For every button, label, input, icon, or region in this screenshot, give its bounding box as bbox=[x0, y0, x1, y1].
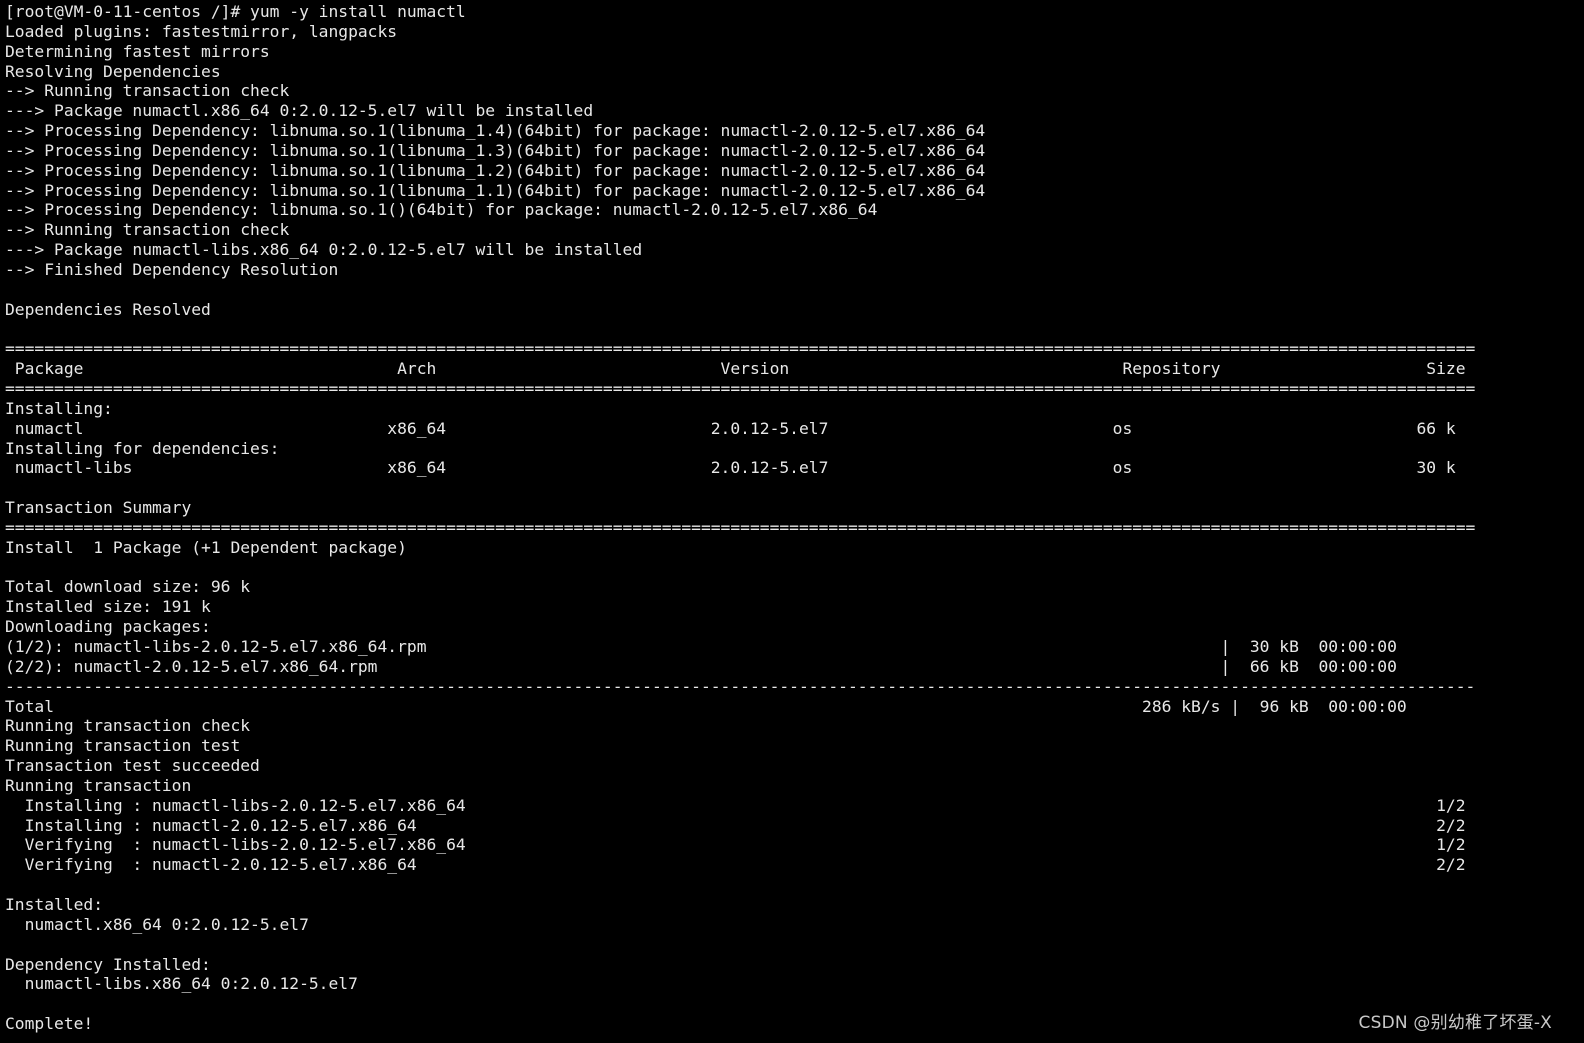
terminal-line: --> Processing Dependency: libnuma.so.1(… bbox=[5, 200, 878, 220]
terminal-line: --> Processing Dependency: libnuma.so.1(… bbox=[5, 121, 986, 141]
terminal-line: numactl-libs.x86_64 0:2.0.12-5.el7 bbox=[5, 974, 358, 994]
terminal-line: --> Processing Dependency: libnuma.so.1(… bbox=[5, 140, 986, 160]
terminal-line: Running transaction check bbox=[5, 716, 251, 736]
terminal-line: Installed: bbox=[5, 894, 104, 914]
terminal-line: (1/2): numactl-libs-2.0.12-5.el7.x86_64.… bbox=[5, 637, 1397, 656]
terminal-line: Determining fastest mirrors bbox=[5, 41, 270, 61]
terminal-line: Resolving Dependencies bbox=[5, 61, 221, 81]
terminal-line: Installing : numactl-libs-2.0.12-5.el7.x… bbox=[5, 795, 1466, 815]
terminal-line: Install 1 Package (+1 Dependent package) bbox=[5, 537, 407, 557]
terminal-line: Running transaction bbox=[5, 775, 192, 795]
terminal-line: Complete! bbox=[5, 1014, 94, 1034]
terminal-line: Dependency Installed: bbox=[5, 954, 211, 974]
terminal-output: [root@VM-0-11-centos /]# yum -y install … bbox=[5, 2, 1475, 1034]
terminal-line: Verifying : numactl-2.0.12-5.el7.x86_64 … bbox=[5, 855, 1466, 875]
terminal-line: Installing for dependencies: bbox=[5, 438, 280, 458]
terminal-line: numactl.x86_64 0:2.0.12-5.el7 bbox=[5, 914, 309, 934]
terminal-line: --> Running transaction check bbox=[5, 220, 290, 240]
terminal-line: --> Finished Dependency Resolution bbox=[5, 259, 339, 279]
terminal-line: ========================================… bbox=[5, 339, 1476, 359]
terminal-line: --> Processing Dependency: libnuma.so.1(… bbox=[5, 160, 986, 180]
terminal-line: Total download size: 96 k bbox=[5, 577, 251, 597]
terminal-line: ---> Package numactl.x86_64 0:2.0.12-5.e… bbox=[5, 101, 594, 121]
terminal-line: --> Processing Dependency: libnuma.so.1(… bbox=[5, 180, 986, 200]
terminal-line: ========================================… bbox=[5, 379, 1476, 399]
terminal-line: Downloading packages: bbox=[5, 617, 211, 637]
terminal-line: numactl-libs x86_64 2.0.12-5.el7 os 30 k bbox=[5, 458, 1456, 478]
terminal-line: Installing : numactl-2.0.12-5.el7.x86_64… bbox=[5, 815, 1466, 835]
terminal-line: Loaded plugins: fastestmirror, langpacks bbox=[5, 21, 398, 41]
terminal-line: numactl x86_64 2.0.12-5.el7 os 66 k bbox=[5, 418, 1456, 438]
terminal-line: Verifying : numactl-libs-2.0.12-5.el7.x8… bbox=[5, 835, 1466, 855]
terminal-line: Package Arch Version Repository Size bbox=[5, 359, 1466, 379]
terminal-line: Total 286 kB/s | 96 kB 00:00:00 bbox=[5, 696, 1407, 716]
terminal-line: Installing: bbox=[5, 398, 113, 418]
terminal-line: ----------------------------------------… bbox=[5, 676, 1476, 696]
terminal-line: Transaction test succeeded bbox=[5, 756, 260, 776]
terminal-line: Transaction Summary bbox=[5, 498, 192, 518]
terminal-line: Running transaction test bbox=[5, 736, 241, 756]
terminal-line: --> Running transaction check bbox=[5, 81, 290, 101]
watermark-text: CSDN @别幼稚了坏蛋-X bbox=[1358, 1013, 1552, 1033]
terminal-line: Dependencies Resolved bbox=[5, 299, 211, 319]
terminal-window[interactable]: [root@VM-0-11-centos /]# yum -y install … bbox=[0, 0, 1584, 1043]
terminal-line: ========================================… bbox=[5, 517, 1476, 537]
terminal-line: [root@VM-0-11-centos /]# yum -y install … bbox=[5, 2, 466, 21]
terminal-line: Installed size: 191 k bbox=[5, 597, 211, 617]
terminal-line: (2/2): numactl-2.0.12-5.el7.x86_64.rpm |… bbox=[5, 656, 1397, 676]
terminal-line: ---> Package numactl-libs.x86_64 0:2.0.1… bbox=[5, 240, 643, 260]
